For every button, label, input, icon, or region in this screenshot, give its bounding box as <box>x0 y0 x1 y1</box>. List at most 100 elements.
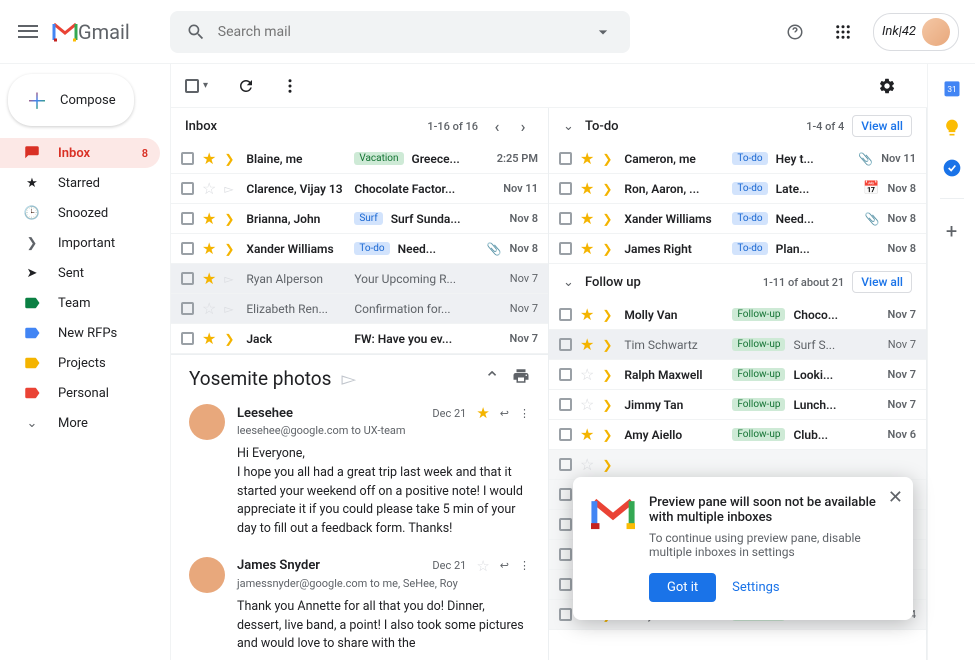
got-it-button[interactable]: Got it <box>649 573 716 602</box>
label-icon[interactable]: ▻ <box>341 367 356 390</box>
nav-item-sent[interactable]: ➤Sent <box>0 258 160 288</box>
important-icon[interactable]: ❯ <box>224 152 238 166</box>
next-page-icon[interactable]: › <box>512 115 534 137</box>
important-icon[interactable]: ❯ <box>602 242 616 256</box>
addons-icon[interactable]: + <box>946 219 957 243</box>
email-row[interactable]: ★ ❯ Ron, Aaron, ... To-do Late... 📅 Nov … <box>549 174 926 204</box>
important-icon[interactable]: ❯ <box>224 242 238 256</box>
keep-icon[interactable] <box>942 118 962 138</box>
email-row[interactable]: ★ ▻ Ryan Alperson Your Upcoming R... Nov… <box>171 264 548 294</box>
star-icon[interactable]: ☆ <box>580 395 594 414</box>
email-row[interactable]: ☆ ❯ Ralph Maxwell Follow-up Looki... Nov… <box>549 360 926 390</box>
email-row[interactable]: ★ ❯ Xander Williams To-do Need... 📎 Nov … <box>549 204 926 234</box>
message-star-icon[interactable]: ★ <box>476 404 489 422</box>
row-checkbox[interactable] <box>559 242 572 255</box>
row-checkbox[interactable] <box>559 578 572 591</box>
important-icon[interactable]: ❯ <box>224 212 238 226</box>
thread-message[interactable]: James Snyder Dec 21 ☆ ↩ ⋮ jamessnyder@go… <box>189 557 530 654</box>
star-icon[interactable]: ★ <box>202 209 216 228</box>
row-checkbox[interactable] <box>181 182 194 195</box>
calendar-icon[interactable]: 31 <box>942 78 962 98</box>
nav-item-new-rfps[interactable]: New RFPs <box>0 318 160 348</box>
row-checkbox[interactable] <box>181 272 194 285</box>
row-checkbox[interactable] <box>559 398 572 411</box>
row-checkbox[interactable] <box>181 212 194 225</box>
collapse-icon[interactable]: ⌃ <box>484 367 500 390</box>
row-checkbox[interactable] <box>559 368 572 381</box>
important-icon[interactable]: ❯ <box>602 458 616 472</box>
star-icon[interactable]: ★ <box>202 269 216 288</box>
row-checkbox[interactable] <box>559 428 572 441</box>
email-row[interactable]: ★ ❯ Jack FW: Have you ev... Nov 7 <box>171 324 548 354</box>
thread-message[interactable]: Leesehee Dec 21 ★ ↩ ⋮ leesehee@google.co… <box>189 404 530 539</box>
email-row[interactable]: ☆ ▻ Elizabeth Ren... Confirmation for...… <box>171 294 548 324</box>
important-icon[interactable]: ❯ <box>602 212 616 226</box>
star-icon[interactable]: ★ <box>580 209 594 228</box>
more-icon[interactable] <box>272 68 308 104</box>
email-row[interactable]: ★ ❯ Xander Williams To-do Need... 📎 Nov … <box>171 234 548 264</box>
section-header[interactable]: ⌄ To-do 1-4 of 4 View all <box>549 108 926 144</box>
chevron-down-icon[interactable]: ⌄ <box>563 119 579 134</box>
star-icon[interactable]: ★ <box>202 329 216 348</box>
nav-item-personal[interactable]: Personal <box>0 378 160 408</box>
row-checkbox[interactable] <box>181 152 194 165</box>
star-icon[interactable]: ★ <box>580 149 594 168</box>
important-icon[interactable]: ▻ <box>224 302 238 316</box>
row-checkbox[interactable] <box>559 338 572 351</box>
nav-item-more[interactable]: ⌄More <box>0 408 160 438</box>
star-icon[interactable]: ★ <box>580 239 594 258</box>
email-row[interactable]: ★ ❯ Cameron, me To-do Hey t... 📎 Nov 11 <box>549 144 926 174</box>
row-checkbox[interactable] <box>559 152 572 165</box>
prev-page-icon[interactable]: ‹ <box>486 115 508 137</box>
star-icon[interactable]: ☆ <box>580 365 594 384</box>
important-icon[interactable]: ❯ <box>224 332 238 346</box>
row-checkbox[interactable] <box>559 608 572 621</box>
important-icon[interactable]: ▻ <box>224 272 238 286</box>
message-star-icon[interactable]: ☆ <box>476 557 489 575</box>
help-icon[interactable] <box>777 14 813 50</box>
email-row[interactable]: ★ ❯ Molly Van Follow-up Choco... Nov 7 <box>549 300 926 330</box>
nav-item-inbox[interactable]: Inbox8 <box>0 138 160 168</box>
email-row[interactable]: ☆ ❯ Jimmy Tan Follow-up Lunch... Nov 7 <box>549 390 926 420</box>
message-more-icon[interactable]: ⋮ <box>519 407 530 420</box>
row-checkbox[interactable] <box>559 212 572 225</box>
star-icon[interactable]: ★ <box>580 305 594 324</box>
nav-item-snoozed[interactable]: 🕒Snoozed <box>0 198 160 228</box>
email-row[interactable]: ★ ❯ Tim Schwartz Follow-up Surf S... Nov… <box>549 330 926 360</box>
row-checkbox[interactable] <box>181 332 194 345</box>
important-icon[interactable]: ▻ <box>224 182 238 196</box>
email-row[interactable]: ★ ❯ James Right To-do Plan... Nov 8 <box>549 234 926 264</box>
important-icon[interactable]: ❯ <box>602 368 616 382</box>
star-icon[interactable]: ★ <box>580 179 594 198</box>
row-checkbox[interactable] <box>559 518 572 531</box>
star-icon[interactable]: ★ <box>202 239 216 258</box>
row-checkbox[interactable] <box>559 182 572 195</box>
important-icon[interactable]: ❯ <box>602 152 616 166</box>
important-icon[interactable]: ❯ <box>602 308 616 322</box>
star-icon[interactable]: ☆ <box>202 299 216 318</box>
email-row[interactable]: ★ ❯ Amy Aiello Follow-up Club... Nov 6 <box>549 420 926 450</box>
print-icon[interactable] <box>512 367 530 390</box>
star-icon[interactable]: ★ <box>580 425 594 444</box>
row-checkbox[interactable] <box>181 302 194 315</box>
select-all-checkbox[interactable] <box>185 79 199 93</box>
nav-item-important[interactable]: ❯Important <box>0 228 160 258</box>
section-header[interactable]: ⌄ Follow up 1-11 of about 21 View all <box>549 264 926 300</box>
tasks-icon[interactable] <box>942 158 962 178</box>
menu-icon[interactable] <box>16 20 40 44</box>
email-row[interactable]: ☆ ▻ Clarence, Vijay 13 Chocolate Factor.… <box>171 174 548 204</box>
important-icon[interactable]: ❯ <box>602 338 616 352</box>
row-checkbox[interactable] <box>559 308 572 321</box>
view-all-link[interactable]: View all <box>852 271 912 293</box>
account-switcher[interactable]: Ink|42 <box>873 13 959 51</box>
refresh-icon[interactable] <box>228 68 264 104</box>
apps-icon[interactable] <box>825 14 861 50</box>
reply-icon[interactable]: ↩ <box>500 407 509 420</box>
settings-icon[interactable] <box>869 68 905 104</box>
view-all-link[interactable]: View all <box>852 115 912 137</box>
compose-button[interactable]: ＋ Compose <box>8 74 134 126</box>
row-checkbox[interactable] <box>559 458 572 471</box>
important-icon[interactable]: ❯ <box>602 182 616 196</box>
row-checkbox[interactable] <box>559 548 572 561</box>
star-icon[interactable]: ☆ <box>202 179 216 198</box>
